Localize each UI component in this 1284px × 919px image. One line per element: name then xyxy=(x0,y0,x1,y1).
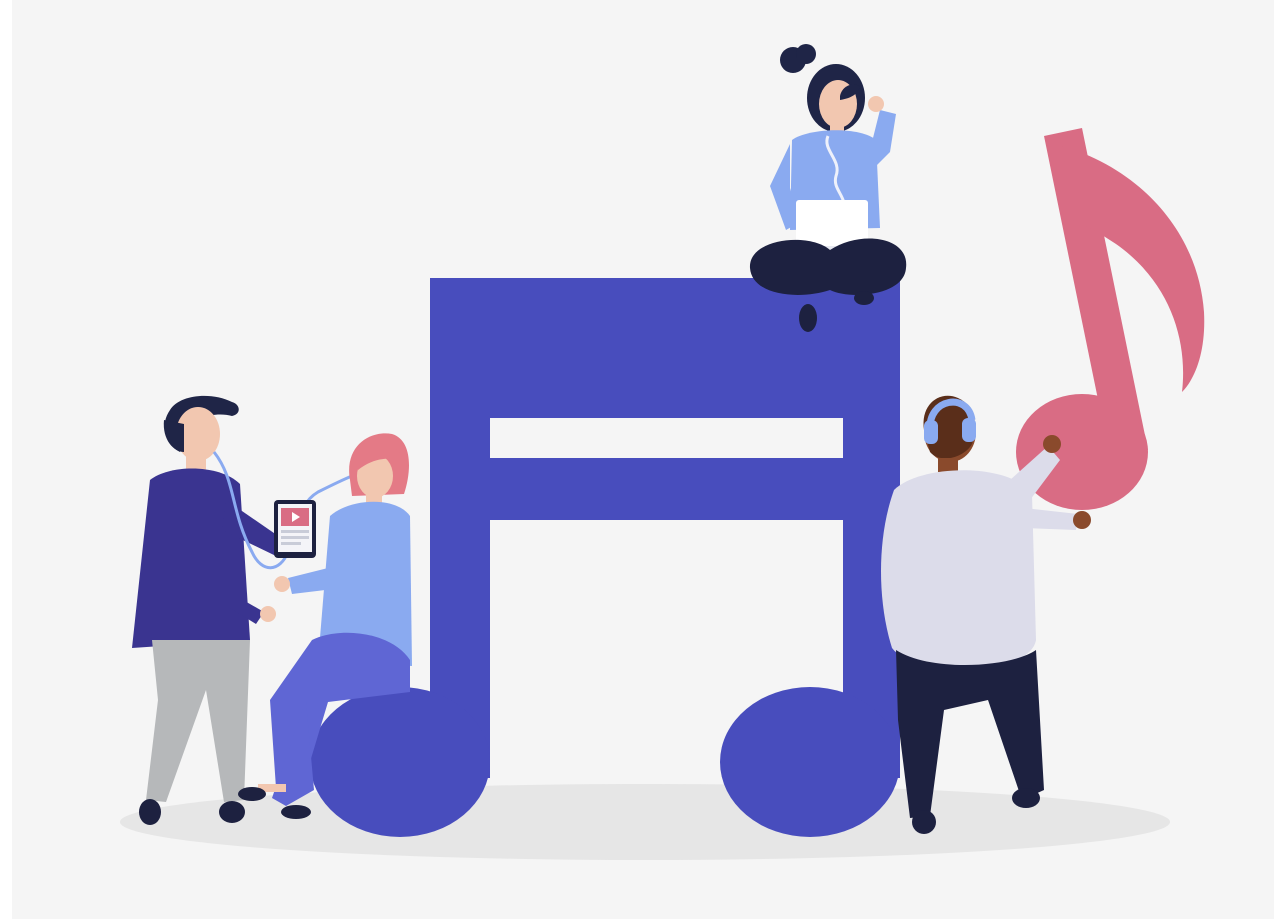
woman-with-laptop xyxy=(749,44,907,332)
tablet-play-icon xyxy=(274,500,316,558)
music-illustration xyxy=(120,44,1205,860)
